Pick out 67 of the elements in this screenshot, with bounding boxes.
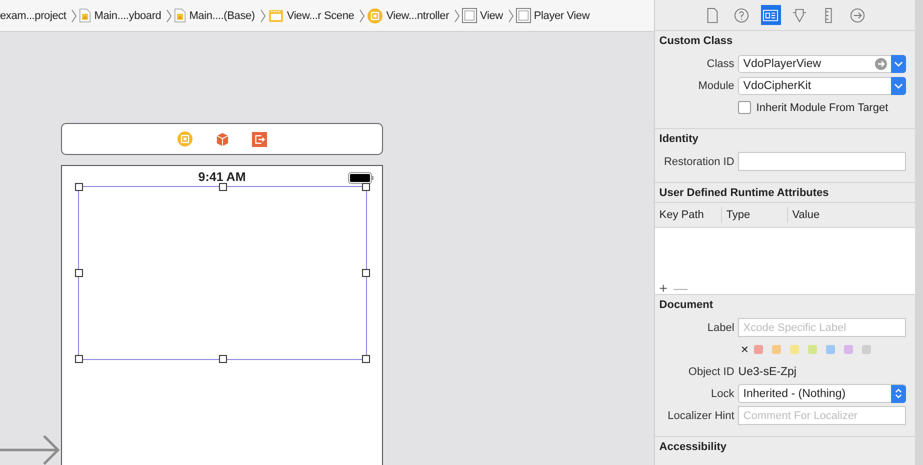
chevron-icon bbox=[71, 8, 78, 22]
resize-handle[interactable] bbox=[75, 183, 83, 191]
status-time: 9:41 AM bbox=[198, 170, 246, 184]
color-swatch[interactable] bbox=[790, 345, 800, 354]
column-header[interactable]: Key Path bbox=[655, 207, 722, 223]
resize-handle[interactable] bbox=[362, 269, 370, 277]
color-swatch[interactable] bbox=[844, 345, 854, 354]
label-field[interactable]: Xcode Specific Label bbox=[738, 318, 906, 337]
section-title: Custom Class bbox=[658, 34, 734, 49]
breadcrumb-item[interactable]: exam...project bbox=[0, 10, 66, 22]
battery-icon bbox=[348, 172, 374, 184]
breadcrumb-item[interactable]: Main....yboard bbox=[94, 10, 162, 22]
color-swatch[interactable] bbox=[808, 345, 818, 354]
section-title: Accessibility bbox=[658, 440, 728, 455]
restoration-id-field[interactable] bbox=[738, 152, 906, 171]
section-title: Identity bbox=[658, 132, 700, 147]
view-icon bbox=[462, 8, 478, 23]
checkbox[interactable] bbox=[738, 101, 752, 114]
section-title: User Defined Runtime Attributes bbox=[655, 183, 915, 203]
chevron-icon bbox=[508, 8, 514, 22]
resize-handle[interactable] bbox=[75, 269, 83, 277]
field-label: Label bbox=[706, 322, 736, 334]
exit-icon[interactable] bbox=[252, 132, 267, 146]
stepper-arrows-icon bbox=[895, 388, 902, 399]
color-swatch[interactable] bbox=[826, 345, 836, 354]
resize-handle[interactable] bbox=[362, 183, 370, 191]
color-swatch[interactable] bbox=[772, 345, 782, 354]
breadcrumb-item[interactable]: Player View bbox=[534, 10, 590, 22]
chevron-down-icon bbox=[894, 82, 904, 88]
resize-handle[interactable] bbox=[75, 355, 83, 363]
object-id-value: Ue3-sE-Zpj bbox=[738, 366, 796, 378]
add-button[interactable]: + bbox=[659, 280, 668, 296]
chevron-down-icon bbox=[894, 60, 904, 66]
breadcrumb-item[interactable]: View...ntroller bbox=[386, 10, 450, 22]
color-swatch[interactable] bbox=[754, 345, 764, 354]
storyboard-file-icon bbox=[174, 8, 186, 23]
localizer-hint-field[interactable]: Comment For Localizer bbox=[738, 406, 906, 425]
field-label: Lock bbox=[710, 388, 736, 400]
field-label: Restoration ID bbox=[662, 156, 736, 168]
clear-color-button[interactable]: ✕ bbox=[740, 344, 748, 356]
lock-popup-button[interactable]: Inherited - (Nothing) bbox=[738, 384, 906, 403]
resize-handle[interactable] bbox=[362, 355, 370, 363]
color-swatch[interactable] bbox=[862, 345, 872, 354]
breadcrumb-item[interactable]: Main....(Base) bbox=[189, 10, 255, 22]
field-label: Object ID bbox=[687, 366, 736, 378]
controller-icon bbox=[367, 8, 384, 24]
column-header[interactable]: Type bbox=[722, 207, 788, 223]
module-combo-box[interactable]: VdoCipherKit bbox=[738, 76, 906, 94]
entry-arrow-icon bbox=[0, 433, 62, 465]
chevron-icon bbox=[454, 8, 460, 22]
field-label: Class bbox=[706, 58, 736, 70]
scene-icon bbox=[268, 8, 284, 24]
chevron-icon bbox=[260, 8, 266, 22]
class-combo-box[interactable]: VdoPlayerView bbox=[738, 54, 906, 72]
cube-icon[interactable] bbox=[215, 132, 230, 146]
field-label: Module bbox=[697, 80, 736, 92]
checkbox-label[interactable]: Inherit Module From Target bbox=[756, 102, 888, 114]
section-title: Document bbox=[658, 298, 714, 313]
field-label: Localizer Hint bbox=[666, 410, 736, 422]
storyboard-file-icon bbox=[79, 8, 92, 23]
chevron-icon bbox=[166, 8, 172, 22]
breadcrumb-item[interactable]: View...r Scene bbox=[286, 10, 354, 22]
view-icon bbox=[516, 8, 531, 23]
arrow-circle-icon[interactable] bbox=[875, 58, 888, 70]
breadcrumb-item[interactable]: View bbox=[480, 10, 503, 22]
column-header[interactable]: Value bbox=[788, 207, 824, 223]
chevron-icon bbox=[359, 8, 366, 22]
